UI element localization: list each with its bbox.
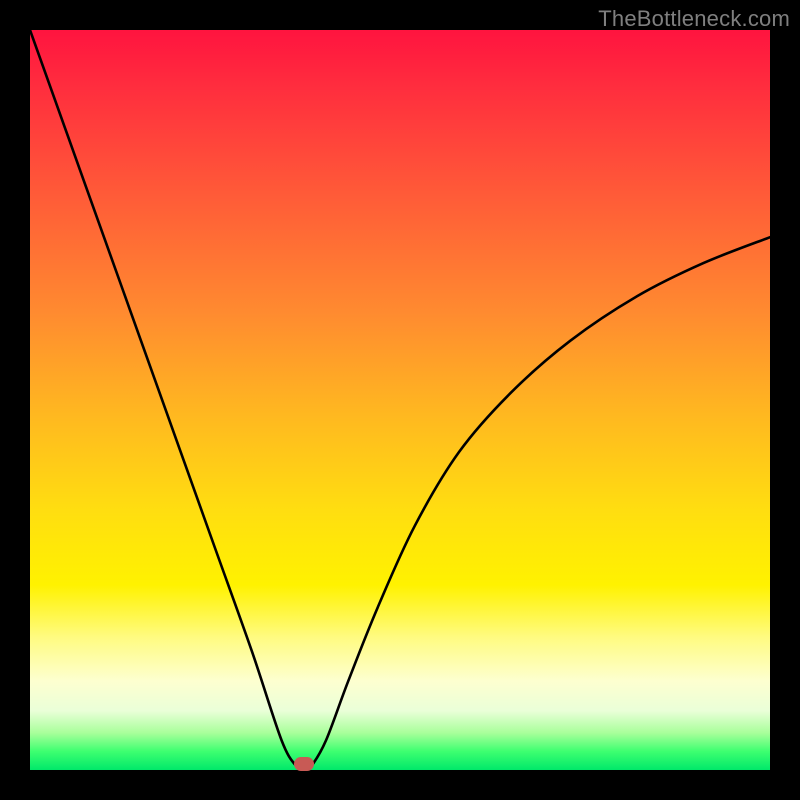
minimum-marker xyxy=(294,757,314,771)
watermark-text: TheBottleneck.com xyxy=(598,6,790,32)
bottleneck-curve xyxy=(30,30,770,770)
plot-area xyxy=(30,30,770,770)
chart-frame: TheBottleneck.com xyxy=(0,0,800,800)
